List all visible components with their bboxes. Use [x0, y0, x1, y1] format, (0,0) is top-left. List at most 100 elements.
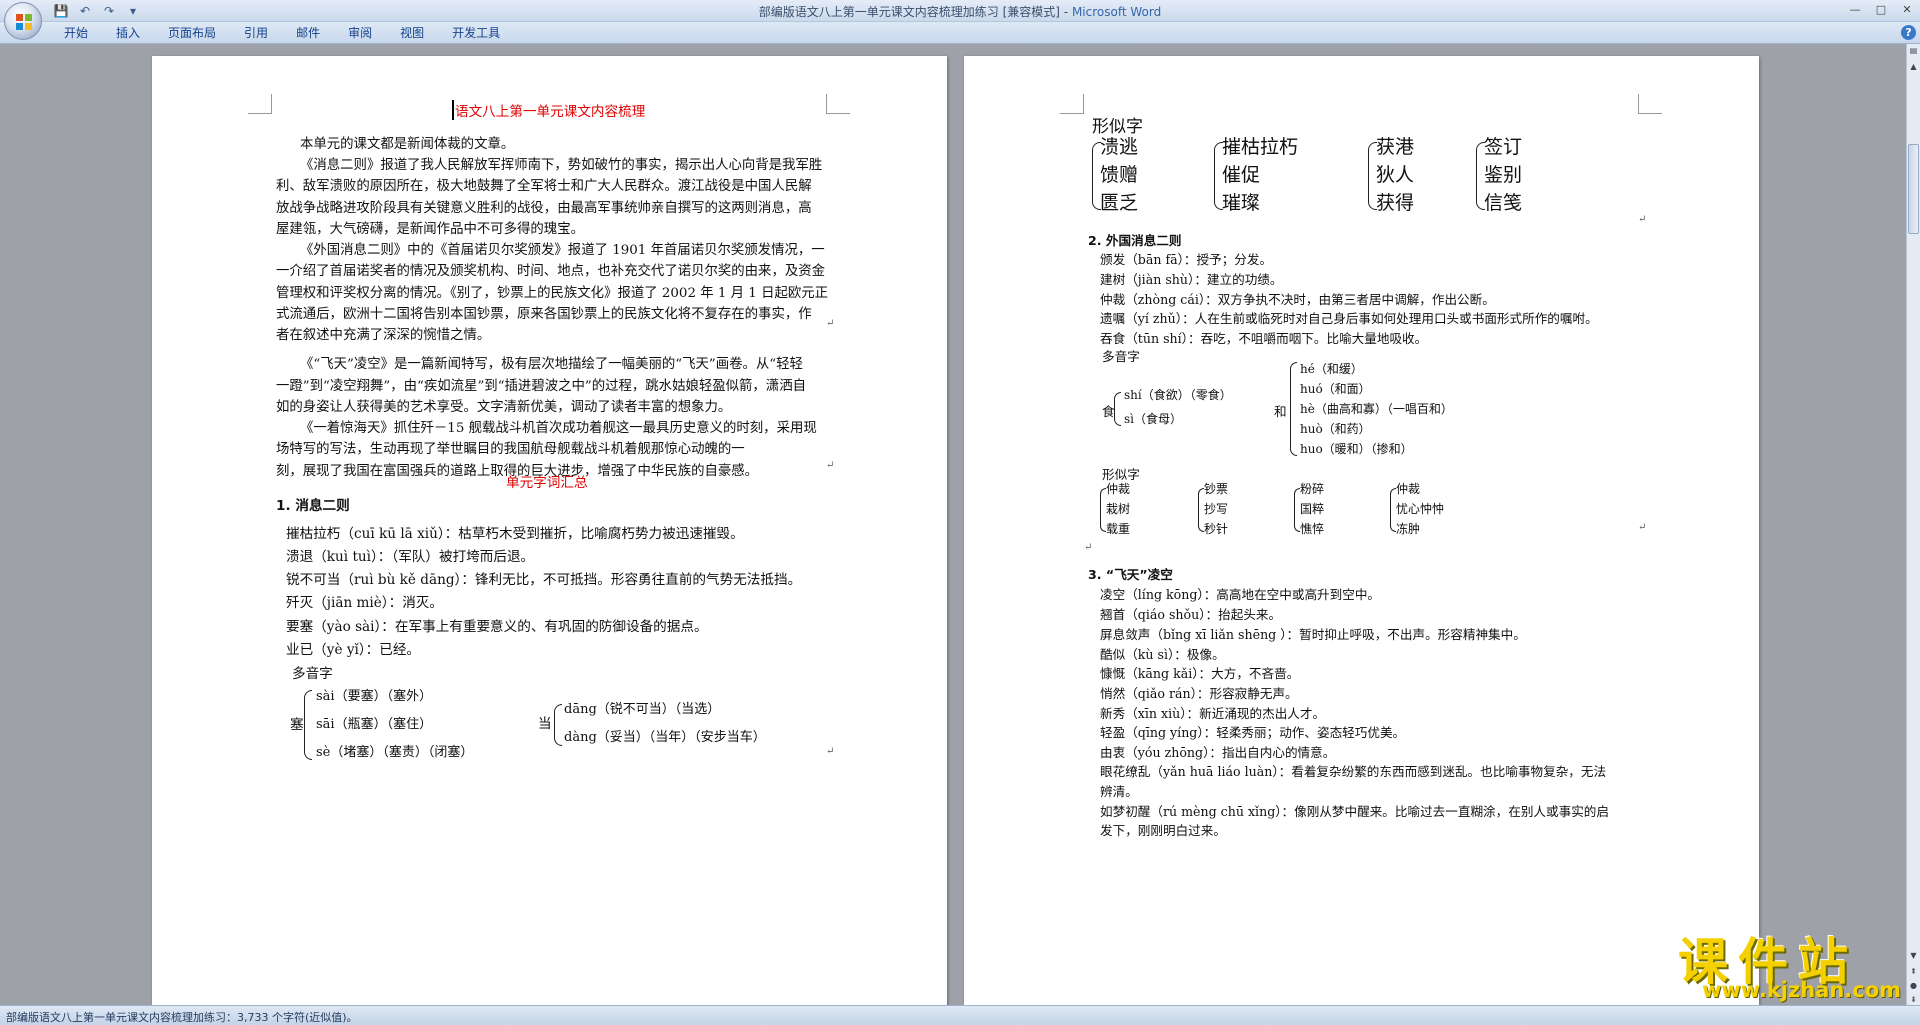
similar-char: 信笺: [1484, 192, 1523, 214]
ribbon-tab-bar: 开始 插入 页面布局 引用 邮件 审阅 视图 开发工具 ?: [0, 22, 1920, 44]
similar-char: 忧心忡忡: [1396, 502, 1445, 516]
vocab-line: 翘首（qiáo shǒu）：抬起头来。: [1100, 607, 1282, 622]
similar-char: 璀璨: [1222, 192, 1261, 214]
tab-references[interactable]: 引用: [230, 22, 282, 44]
scroll-up-icon[interactable]: ▲: [1907, 60, 1920, 74]
polyphone-item: huo（暖和）（掺和）: [1300, 442, 1413, 456]
polyphone-item: shí（食欲）（零食）: [1124, 388, 1232, 402]
close-button[interactable]: ✕: [1894, 0, 1920, 18]
polyphone-label-2: 多音字: [1102, 349, 1140, 364]
help-icon[interactable]: ?: [1901, 25, 1916, 40]
polyphone-dang-head: 当: [538, 716, 552, 732]
tab-mailings[interactable]: 邮件: [282, 22, 334, 44]
polyphone-item: sè（堵塞）（塞责）（闭塞）: [316, 745, 474, 760]
document-page-1[interactable]: 语文八上第一单元课文内容梳理 本单元的课文都是新闻体裁的文章。 《消息二则》报道了…: [152, 56, 947, 1005]
title-bar: 💾 ↶ ↷ ▾ 部编版语文八上第一单元课文内容梳理加练习 [兼容模式] - Mi…: [0, 0, 1920, 22]
polyphone-item: sài（要塞）（塞外）: [316, 689, 433, 704]
select-browse-object-icon[interactable]: ●: [1907, 979, 1920, 993]
vocab-line: 吞食（tūn shí）：吞吃，不咀嚼而咽下。比喻大量地吸收。: [1100, 331, 1428, 346]
similar-char: 仲裁: [1106, 482, 1131, 496]
polyphone-label: 多音字: [292, 666, 333, 682]
similar-char: 鉴别: [1484, 164, 1523, 186]
similar-char: 载重: [1106, 522, 1131, 536]
tab-insert[interactable]: 插入: [102, 22, 154, 44]
brace-icon: [1290, 362, 1297, 456]
status-bar: 部编版语文八上第一单元课文内容梳理加练习：3,733 个字符(近似值)。: [0, 1005, 1920, 1025]
similar-char: 狄人: [1376, 164, 1415, 186]
tab-page-layout[interactable]: 页面布局: [154, 22, 230, 44]
brace-icon: [304, 690, 312, 760]
similar-char: 签订: [1484, 136, 1523, 158]
minimize-button[interactable]: —: [1842, 0, 1868, 18]
vocab-line: 要塞（yào sài）：在军事上有重要意义的、有巩固的防御设备的据点。: [286, 619, 708, 635]
similar-char: 匮乏: [1100, 192, 1139, 214]
similar-char: 仲裁: [1396, 482, 1421, 496]
margin-corner-mark: [1638, 94, 1662, 114]
paragraph-mark: ↵: [826, 460, 835, 471]
similar-char: 粉碎: [1300, 482, 1325, 496]
similar-char: 获港: [1376, 136, 1415, 158]
similar-char: 抄写: [1204, 502, 1229, 516]
brace-icon: [554, 704, 562, 746]
tab-developer[interactable]: 开发工具: [438, 22, 514, 44]
vocab-line: 新秀（xīn xiù）：新近涌现的杰出人才。: [1100, 706, 1326, 721]
margin-corner-mark: [248, 94, 272, 114]
heading-1: 1. 消息二则: [276, 498, 350, 514]
polyphone-item: sì（食母）: [1124, 412, 1182, 426]
similar-char: 栽树: [1106, 502, 1131, 516]
vocab-line: 慷慨（kāng kǎi）：大方，不吝啬。: [1100, 666, 1300, 681]
vocab-line: 歼灭（jiān miè）：消灭。: [286, 595, 443, 611]
vocab-line: 由衷（yóu zhōng）：指出自内心的情意。: [1100, 745, 1336, 760]
vocab-line: 溃退（kuì tuì）：（军队）被打垮而后退。: [286, 549, 535, 565]
similar-char: 溃逃: [1100, 136, 1139, 158]
vertical-scrollbar[interactable]: ▤ ▲ ▼ ⇞ ● ⇟: [1906, 44, 1920, 1005]
vocab-line: 眼花缭乱（yǎn huā liáo luàn）：看着复杂纷繁的东西而感到迷乱。也…: [1100, 764, 1607, 779]
vocab-line: 建树（jiàn shù）：建立的功绩。: [1100, 272, 1283, 287]
vocab-line: 颁发（bān fā）：授予；分发。: [1100, 252, 1273, 267]
watermark-url: www.kjzhan.com: [1702, 978, 1902, 1002]
brace-icon: [1114, 392, 1121, 426]
body-line: 者在叙述中充满了深深的惋惜之情。: [276, 328, 491, 343]
paragraph-mark: ↵: [826, 318, 835, 329]
vocab-line: 业已（yè yǐ）：已经。: [286, 642, 421, 658]
vocab-line: 酷似（kù sì）：极像。: [1100, 647, 1225, 662]
vocab-line: 悄然（qiǎo rán）：形容寂静无声。: [1100, 686, 1298, 701]
vocab-line: 辨清。: [1100, 784, 1138, 799]
document-page-2[interactable]: 形似字 溃逃 馈赠 匮乏 摧枯拉朽 催促 璀璨 获港 狄人 获得 签订 鉴别 信笺 ↵ 2. 外国消息…: [964, 56, 1759, 1005]
tab-review[interactable]: 审阅: [334, 22, 386, 44]
ribbon-tabs: 开始 插入 页面布局 引用 邮件 审阅 视图 开发工具: [50, 22, 514, 44]
similar-char: 钞票: [1204, 482, 1229, 496]
maximize-button[interactable]: □: [1868, 0, 1894, 18]
ruler-toggle-icon[interactable]: ▤: [1907, 44, 1920, 58]
similar-char: 催促: [1222, 164, 1261, 186]
polyphone-he-head: 和: [1274, 404, 1287, 419]
tab-home[interactable]: 开始: [50, 22, 102, 44]
vocab-line: 屏息敛声（bǐng xī liǎn shēng ）：暂时抑止呼吸，不出声。形容精…: [1100, 627, 1526, 642]
doc-title: 语文八上第一单元课文内容梳理: [452, 100, 645, 120]
vocab-line: 摧枯拉朽（cuī kū lā xiǔ）：枯草朽木受到摧折，比喻腐朽势力被迅速摧毁…: [286, 526, 744, 542]
heading-2: 2. 外国消息二则: [1088, 233, 1182, 248]
heading-3: 3. “飞天”凌空: [1088, 567, 1173, 582]
vocab-line: 仲裁（zhòng cái）：双方争执不决时，由第三者居中调解，作出公断。: [1100, 292, 1495, 307]
office-button[interactable]: [4, 2, 42, 40]
similar-char: 获得: [1376, 192, 1415, 214]
window-title: 部编版语文八上第一单元课文内容梳理加练习 [兼容模式] - Microsoft …: [758, 5, 1162, 19]
document-workspace: 语文八上第一单元课文内容梳理 本单元的课文都是新闻体裁的文章。 《消息二则》报道了…: [0, 44, 1906, 1005]
similar-char: 国粹: [1300, 502, 1325, 516]
polyphone-sai-head: 塞: [290, 717, 304, 733]
similar-char: 秒针: [1204, 522, 1229, 536]
vocab-line: 发下，刚刚明白过来。: [1100, 823, 1226, 838]
vocab-line: 轻盈（qīng yíng）：轻柔秀丽；动作、姿态轻巧优美。: [1100, 725, 1406, 740]
polyphone-item: huó（和面）: [1300, 382, 1371, 396]
polyphone-item: huò（和药）: [1300, 422, 1371, 436]
paragraph-mark: ↵: [1638, 214, 1647, 225]
similar-char: 摧枯拉朽: [1222, 136, 1299, 158]
scroll-down-icon[interactable]: ▼: [1907, 949, 1920, 963]
similar-char: 冻肿: [1396, 522, 1421, 536]
polyphone-shi-head: 食: [1102, 404, 1115, 419]
scroll-thumb[interactable]: [1908, 144, 1919, 234]
previous-page-icon[interactable]: ⇞: [1907, 965, 1920, 979]
tab-view[interactable]: 视图: [386, 22, 438, 44]
word-count-status[interactable]: 部编版语文八上第一单元课文内容梳理加练习：3,733 个字符(近似值)。: [6, 1009, 358, 1025]
similar-char: 馈赠: [1100, 164, 1139, 186]
